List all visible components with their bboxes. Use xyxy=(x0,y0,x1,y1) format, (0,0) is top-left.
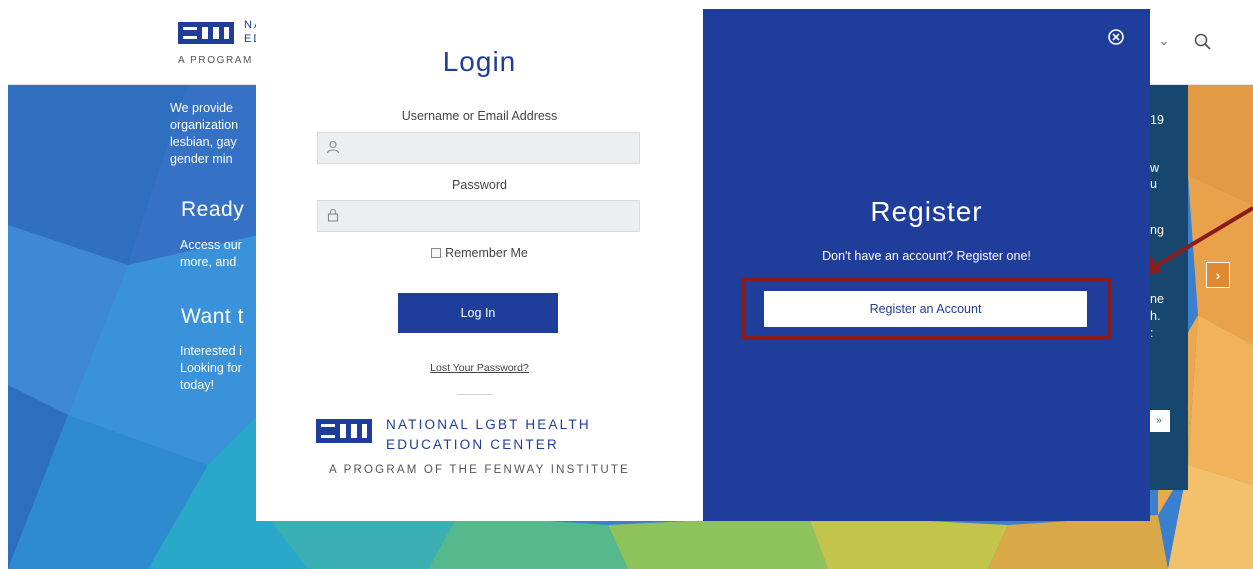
side-text-line: 19 xyxy=(1150,113,1164,127)
logo-subtitle: A PROGRAM OF THE FENWAY INSTITUTE xyxy=(329,464,630,476)
hero-intro-line: We provide xyxy=(170,101,233,115)
hero-ready-heading: Ready xyxy=(181,198,245,221)
register-title: Register xyxy=(870,196,983,227)
user-icon xyxy=(326,140,340,154)
password-field[interactable] xyxy=(317,200,640,232)
register-subtitle: Don't have an account? Register one! xyxy=(822,249,1031,263)
side-panel-more-button[interactable]: » xyxy=(1148,410,1170,432)
username-field[interactable] xyxy=(317,132,640,164)
side-text-line: ne xyxy=(1150,292,1164,306)
side-text-line: u xyxy=(1150,177,1157,191)
header-logo-subtitle: A PROGRAM xyxy=(178,55,253,66)
close-icon[interactable] xyxy=(1107,28,1125,46)
username-label: Username or Email Address xyxy=(401,109,558,123)
hero-want-heading: Want t xyxy=(181,305,244,328)
hero-want-line: Looking for xyxy=(180,361,242,375)
logo-mark-icon xyxy=(178,22,234,44)
side-text-line: w xyxy=(1150,161,1160,175)
hero-want-line: Interested i xyxy=(180,344,242,358)
register-account-button[interactable]: Register an Account xyxy=(764,291,1087,327)
login-title: Login xyxy=(442,46,517,77)
logo-title-line1: NATIONAL LGBT HEALTH xyxy=(386,417,591,432)
logo-title-line2: EDUCATION CENTER xyxy=(386,437,559,452)
divider xyxy=(457,394,493,395)
lock-icon xyxy=(327,208,339,222)
lost-password-link[interactable]: Lost Your Password? xyxy=(256,362,703,374)
remember-me-label: Remember Me xyxy=(445,246,528,260)
hero-ready-line: Access our xyxy=(180,238,242,252)
hero-ready-line: more, and xyxy=(180,255,237,269)
hero-intro-line: organization xyxy=(170,118,239,132)
login-panel: Login Username or Email Address Password… xyxy=(256,9,703,521)
register-panel: Register Don't have an account? Register… xyxy=(703,9,1150,521)
hero-intro-line: gender min xyxy=(170,152,233,166)
remember-me[interactable]: Remember Me xyxy=(256,246,703,260)
username-input[interactable] xyxy=(346,133,636,163)
logo-mark-icon xyxy=(316,419,372,443)
side-text-line: : xyxy=(1150,326,1154,340)
remember-me-checkbox[interactable] xyxy=(431,248,442,258)
hero-intro-line: lesbian, gay xyxy=(170,135,237,149)
password-input[interactable] xyxy=(346,201,636,231)
search-icon[interactable] xyxy=(1191,30,1215,54)
password-label: Password xyxy=(452,178,507,192)
hero-ready-text: Access our more, and xyxy=(180,237,242,271)
login-button[interactable]: Log In xyxy=(398,293,558,333)
hero-intro-text: We provide organization lesbian, gay gen… xyxy=(170,100,238,168)
hero-want-line: today! xyxy=(180,378,215,392)
side-text-line: h. xyxy=(1150,309,1161,323)
chevron-down-icon[interactable]: ⌄ xyxy=(1158,32,1170,49)
hero-want-text: Interested i Looking for today! xyxy=(180,343,242,394)
